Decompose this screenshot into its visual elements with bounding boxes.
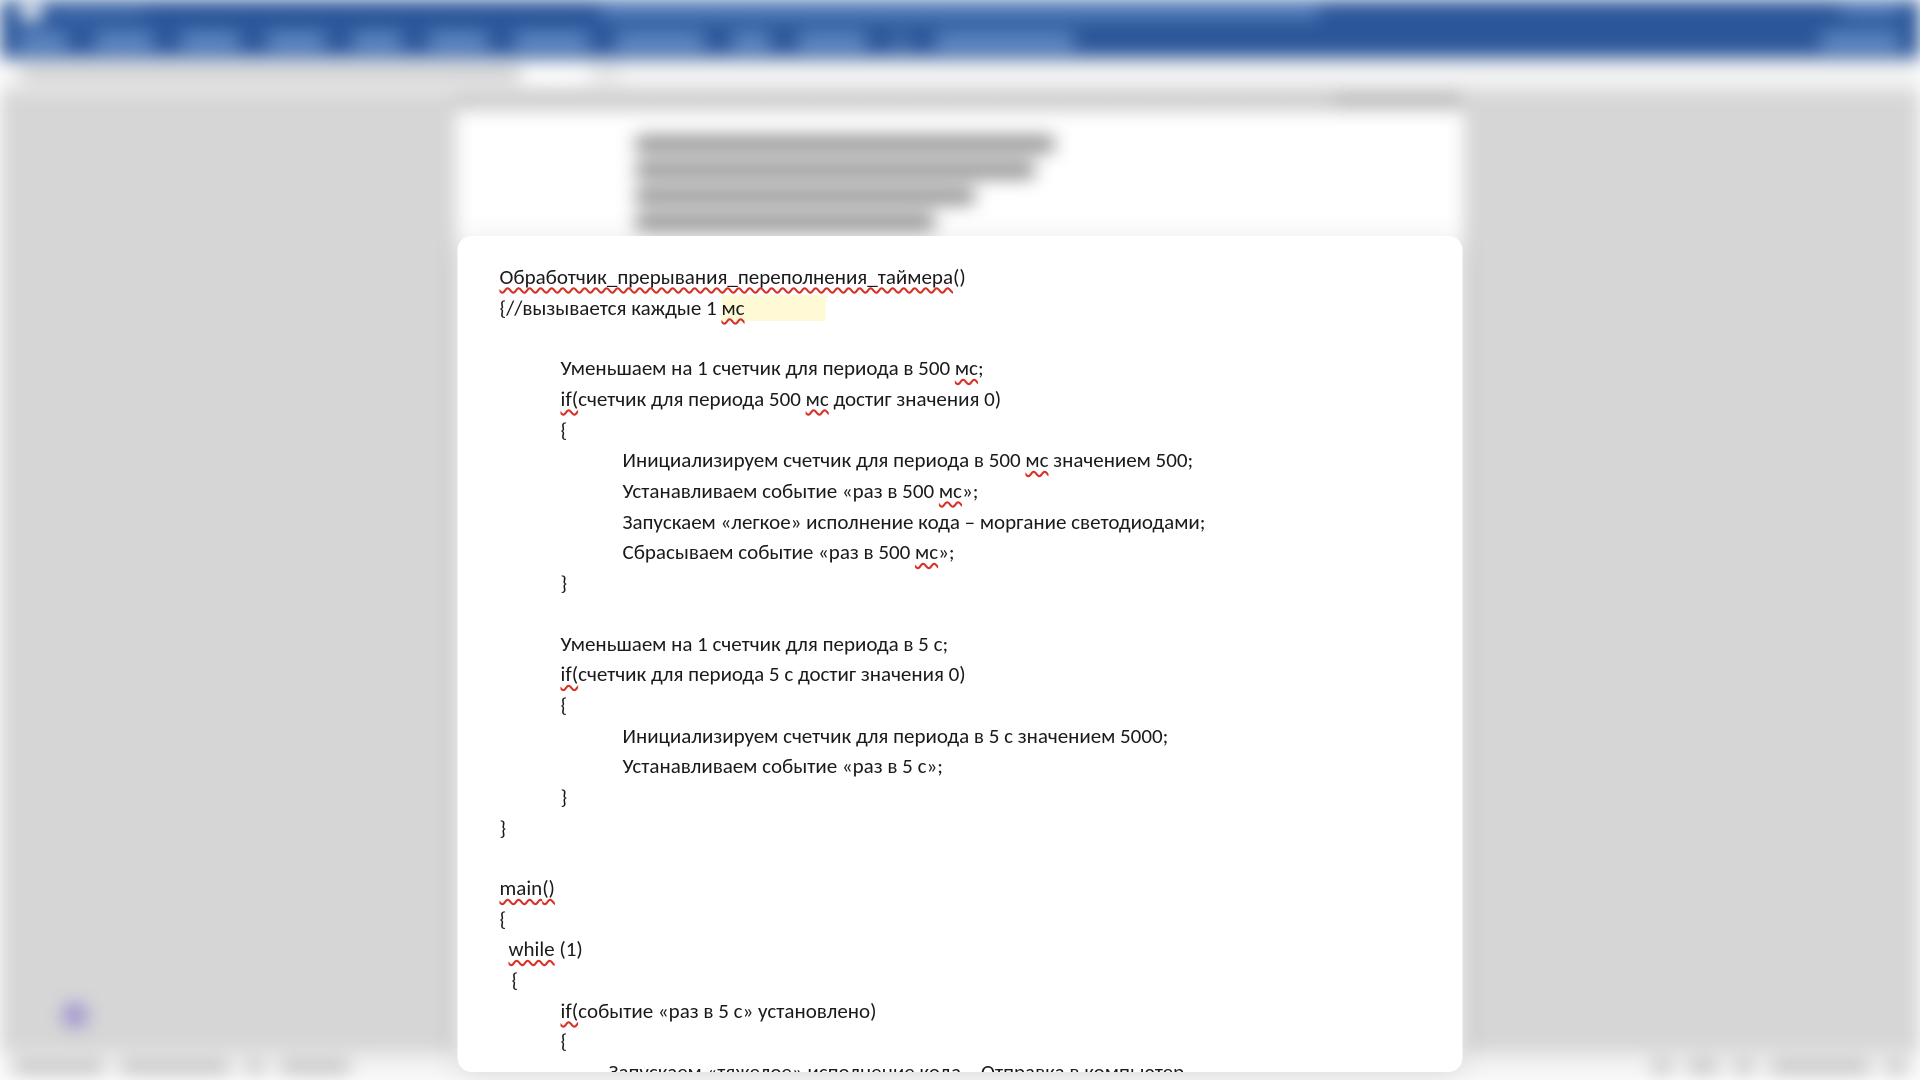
dec-5s: Уменьшаем на 1 счетчик для периода в 5 с…	[561, 629, 1421, 660]
document-tab[interactable]	[8, 63, 588, 85]
while: while (1)	[509, 934, 1421, 965]
init-500: Инициализируем счетчик для периода в 500…	[623, 445, 1421, 476]
brace: {	[561, 415, 1421, 446]
new-tab-button[interactable]	[596, 63, 618, 85]
if-5s: if(счетчик для периода 5 с достиг значен…	[561, 659, 1421, 690]
main-open: {	[500, 904, 1421, 935]
handler-close: }	[500, 813, 1421, 844]
brace: {	[561, 690, 1421, 721]
brace: }	[561, 782, 1421, 813]
brace: }	[561, 568, 1421, 599]
avatar	[60, 1000, 90, 1030]
window-controls	[1840, 6, 1900, 16]
dec-500: Уменьшаем на 1 счетчик для периода в 500…	[561, 353, 1421, 384]
if-500: if(счетчик для периода 500 мс достиг зна…	[561, 384, 1421, 415]
title-bar	[0, 0, 1920, 24]
heavy-exec-1: Запускаем «тяжелое» исполнение кода – От…	[609, 1057, 1421, 1072]
main-declaration: main()	[500, 873, 1421, 904]
ruler	[455, 90, 1465, 110]
handler-open: {//вызывается каждые 1 мс	[500, 293, 1421, 324]
word-icon	[20, 4, 42, 20]
if-event-5s: if(событие «раз в 5 с» установлено)	[561, 996, 1421, 1027]
document-tabs	[0, 58, 1920, 90]
set-500: Устанавливаем событие «раз в 500 мс»;	[623, 476, 1421, 507]
while-open: {	[512, 965, 1421, 996]
ribbon	[0, 24, 1920, 58]
brace: {	[561, 1026, 1421, 1057]
window-title	[600, 6, 1320, 18]
code-content: Обработчик_прерывания_переполнения_тайме…	[458, 236, 1463, 1072]
light-exec: Запускаем «легкое» исполнение кода – мор…	[623, 507, 1421, 538]
set-5s: Устанавливаем событие «раз в 5 с»;	[623, 751, 1421, 782]
init-5s: Инициализируем счетчик для периода в 5 с…	[623, 721, 1421, 752]
qat	[55, 9, 145, 17]
handler-declaration: Обработчик_прерывания_переполнения_тайме…	[500, 262, 1421, 293]
reset-500: Сбрасываем событие «раз в 500 мс»;	[623, 537, 1421, 568]
